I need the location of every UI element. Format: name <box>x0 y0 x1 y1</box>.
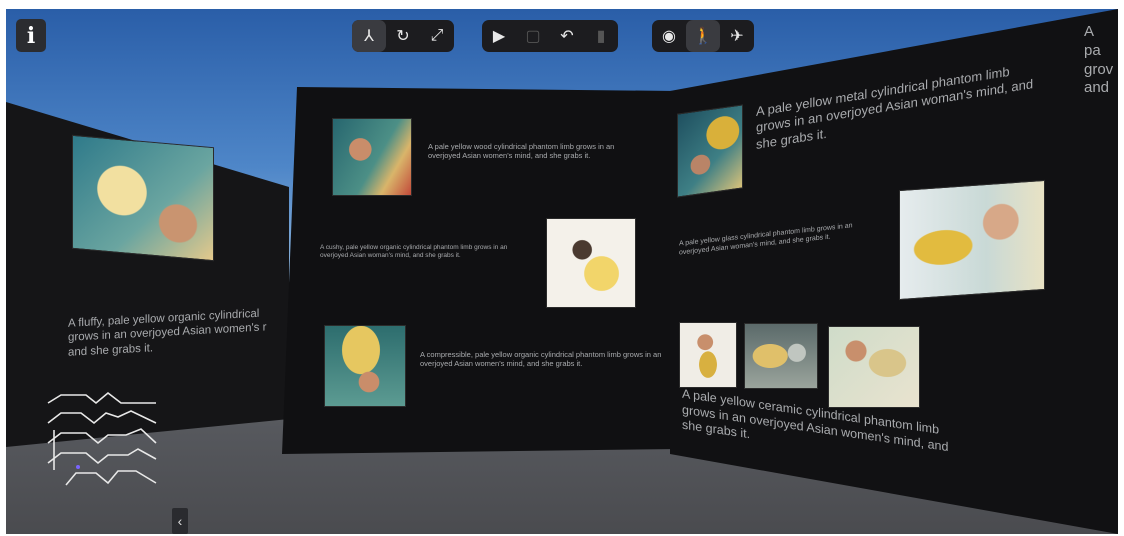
artwork-metal-limb[interactable] <box>677 104 743 198</box>
caption-cushy-limb: A cushy, pale yellow organic cylindrical… <box>320 244 508 260</box>
caption-far-edge: A pa grov and <box>1084 23 1114 97</box>
toolbar-navigation-mode: ◉ 🚶 ✈ <box>652 20 754 52</box>
axis-icon[interactable]: ⅄ <box>352 20 386 52</box>
artwork-glass-limb[interactable] <box>899 179 1045 301</box>
caption-compressible-limb: A compressible, pale yellow organic cyli… <box>420 350 662 369</box>
artwork-ceramic-limb-1[interactable] <box>679 322 737 388</box>
artwork-cushy-limb[interactable] <box>546 218 636 308</box>
toolbar-edit-controls: ▶ ▢ ↶ ▮ <box>482 20 618 52</box>
toolbar-view-controls: ⅄ ↻ ⤢ <box>352 20 454 52</box>
rotate-icon[interactable]: ↻ <box>386 20 420 52</box>
orbit-view-icon[interactable]: ◉ <box>652 20 686 52</box>
info-button[interactable]: i <box>16 19 46 52</box>
drone-mode-icon[interactable]: ✈ <box>720 20 754 52</box>
gallery-3d-viewport[interactable]: A fluffy, pale yellow organic cylindrica… <box>6 9 1118 534</box>
artwork-ceramic-limb-3[interactable] <box>828 326 920 408</box>
artwork-compressible-limb[interactable] <box>324 325 406 407</box>
walk-mode-icon[interactable]: 🚶 <box>686 20 720 52</box>
play-tour-icon[interactable]: ▶ <box>482 20 516 52</box>
artwork-wood-limb[interactable] <box>332 118 412 196</box>
collapse-panel-button[interactable]: ‹ <box>172 508 188 534</box>
fullscreen-icon[interactable]: ⤢ <box>420 20 454 52</box>
undo-icon[interactable]: ↶ <box>550 20 584 52</box>
caption-wood-limb: A pale yellow wood cylindrical phantom l… <box>428 142 615 161</box>
artwork-ceramic-limb-2[interactable] <box>744 323 818 389</box>
copy-icon[interactable]: ▢ <box>516 20 550 52</box>
artwork-fluffy-limb[interactable] <box>72 134 214 262</box>
delete-icon[interactable]: ▮ <box>584 20 618 52</box>
minimap-icon[interactable] <box>46 385 166 505</box>
